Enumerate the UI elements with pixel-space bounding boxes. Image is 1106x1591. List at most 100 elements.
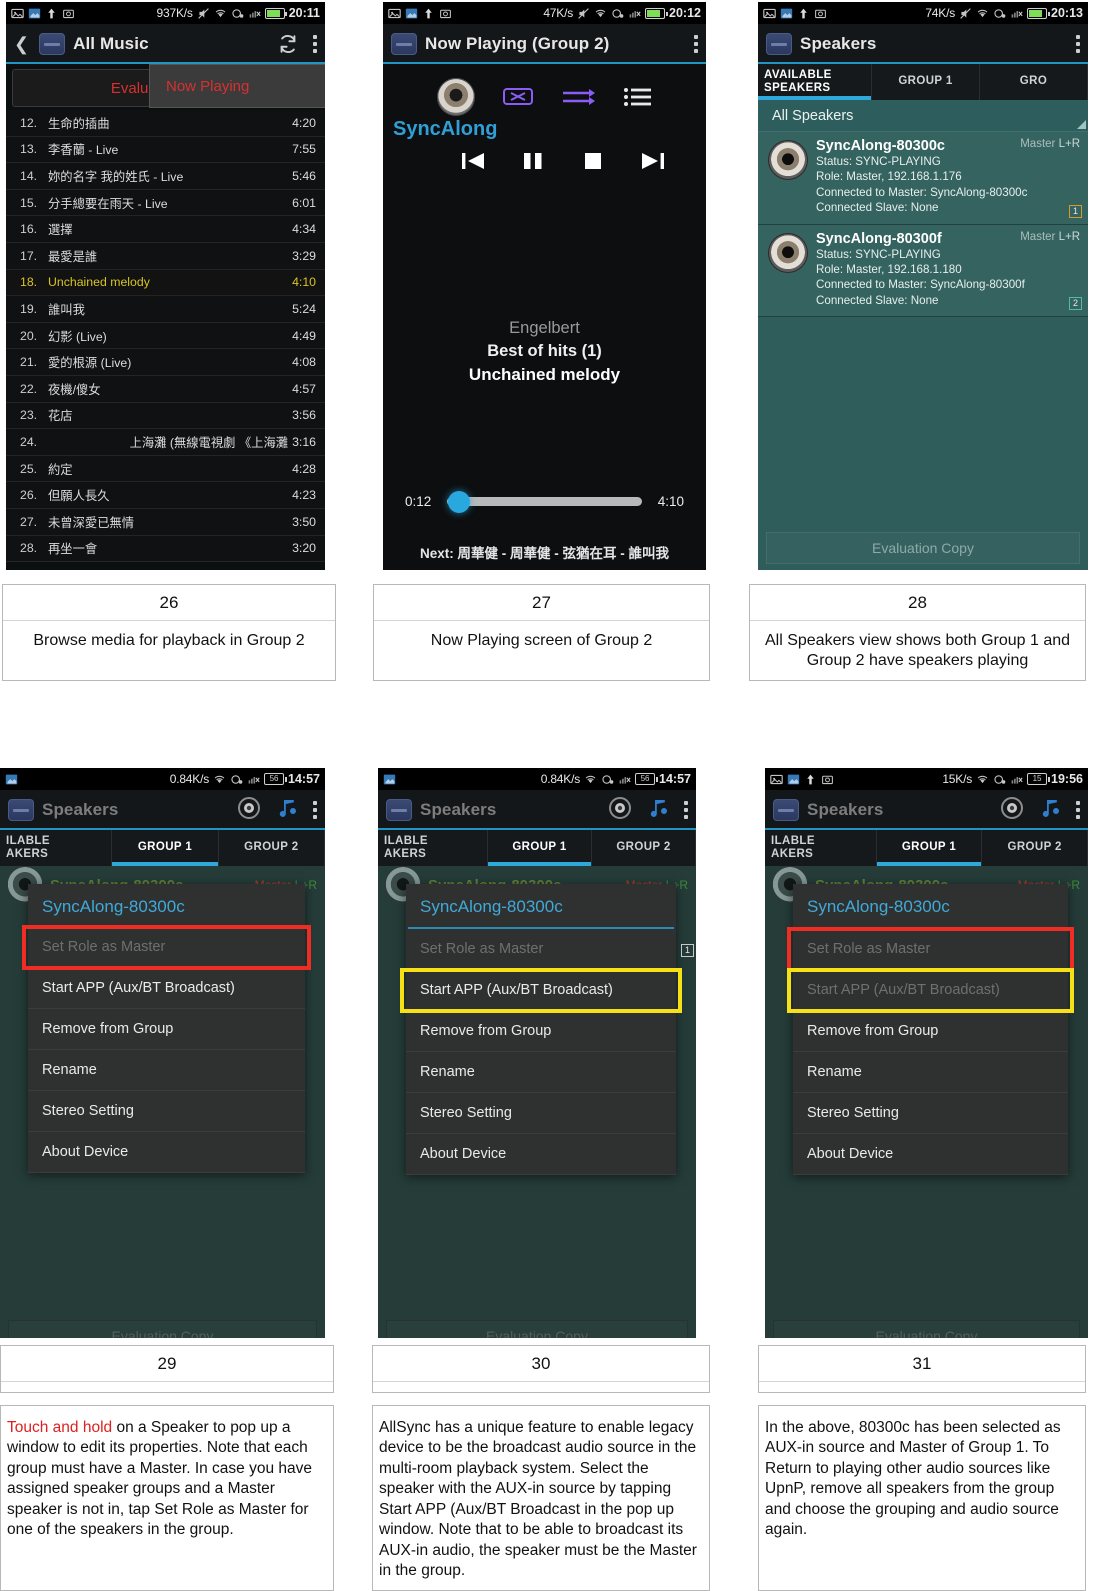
tab-2[interactable]: GROUP 1 <box>112 830 219 866</box>
menu-item[interactable]: Remove from Group <box>28 1009 305 1050</box>
speaker-context-menu[interactable]: SyncAlong-80300c Set Role as Master Start… <box>787 884 1074 1175</box>
seek-thumb[interactable] <box>448 490 471 513</box>
tab-1[interactable]: ILABLE AKERS <box>765 830 877 866</box>
group-tabs[interactable]: ILABLE AKERS GROUP 1 GROUP 2 <box>0 830 325 866</box>
stop-button[interactable] <box>579 147 607 175</box>
track-row[interactable]: 25. 約定 4:28 <box>6 455 325 483</box>
speaker-card[interactable]: SyncAlong-80300f Status: SYNC-PLAYING Role… <box>758 224 1088 318</box>
next-button[interactable] <box>639 147 667 175</box>
track-list[interactable]: 12. 生命的插曲 4:20 13. 李香蘭 - Live 7:55 14. 妳的名字 我的姓… <box>6 110 325 563</box>
menu-item[interactable]: Rename <box>793 1052 1068 1093</box>
tab-label: AVAILABLE SPEAKERS <box>764 68 832 94</box>
overflow-menu-icon[interactable] <box>1076 801 1080 819</box>
menu-item[interactable]: Start APP (Aux/BT Broadcast) <box>406 970 676 1011</box>
caption-number: 31 <box>759 1346 1085 1382</box>
alarm-off-icon <box>994 8 1006 18</box>
track-row[interactable]: 13. 李香蘭 - Live 7:55 <box>6 136 325 164</box>
speaker-card[interactable]: SyncAlong-80300c Status: SYNC-PLAYING Role… <box>758 132 1088 225</box>
tab-1[interactable]: ILABLE AKERS <box>378 830 488 866</box>
music-note-icon[interactable] <box>646 796 670 825</box>
tab-3[interactable]: GROUP 2 <box>982 830 1088 866</box>
now-playing-popup[interactable]: Now Playing <box>149 64 325 108</box>
overflow-menu-icon[interactable] <box>313 35 317 53</box>
back-icon[interactable]: ❮ <box>14 35 29 53</box>
menu-item[interactable]: About Device <box>406 1134 676 1175</box>
menu-item[interactable]: Stereo Setting <box>793 1093 1068 1134</box>
speaker-icon[interactable] <box>1000 796 1024 825</box>
section-header-label: All Speakers <box>772 107 854 124</box>
shuffle-icon[interactable] <box>501 85 535 109</box>
context-menu-items[interactable]: Set Role as Master Start APP (Aux/BT Broa… <box>787 927 1074 1175</box>
tab-1[interactable]: ILABLE AKERS <box>0 830 113 866</box>
menu-item[interactable]: Remove from Group <box>406 1011 676 1052</box>
speaker-icon[interactable] <box>436 78 475 116</box>
menu-item[interactable]: Stereo Setting <box>406 1093 676 1134</box>
tab-3[interactable]: GRO <box>980 64 1088 100</box>
menu-item[interactable]: Stereo Setting <box>28 1091 305 1132</box>
tab-2[interactable]: GROUP 1 <box>872 64 980 100</box>
wifi-icon <box>977 9 988 17</box>
speaker-status: Status: SYNC-PLAYING <box>816 155 941 168</box>
caption-29-body: Touch and hold on a Speaker to pop up a … <box>0 1405 334 1591</box>
track-row[interactable]: 23. 花店 3:56 <box>6 402 325 430</box>
tab-3[interactable]: GROUP 2 <box>592 830 696 866</box>
group-tabs[interactable]: AVAILABLE SPEAKERS GROUP 1 GRO <box>758 64 1088 100</box>
status-bar-30: 0.84K/s 56 14:57 <box>378 768 696 790</box>
upload-arrow-icon <box>800 8 807 18</box>
track-row[interactable]: 15. 分手總要在雨天 - Live 6:01 <box>6 189 325 217</box>
track-row[interactable]: 22. 夜機/傻女 4:57 <box>6 375 325 403</box>
speaker-context-menu[interactable]: SyncAlong-80300c Set Role as Master Start… <box>22 884 311 1173</box>
seek-slider[interactable] <box>447 490 642 513</box>
playlist-icon[interactable] <box>623 85 653 109</box>
track-row[interactable]: 24. 上海灘 (無線電視劇 《上海灘 3:16 <box>6 429 325 456</box>
app-logo-icon <box>766 33 792 55</box>
context-menu-items[interactable]: Set Role as Master Start APP (Aux/BT Broa… <box>22 925 311 1173</box>
track-row[interactable]: 17. 最愛是誰 3:29 <box>6 242 325 270</box>
track-row[interactable]: 27. 未曾深愛已無情 3:50 <box>6 508 325 536</box>
track-row[interactable]: 26. 但願人長久 4:23 <box>6 482 325 509</box>
refresh-icon[interactable] <box>277 33 299 55</box>
previous-button[interactable] <box>459 147 487 175</box>
alarm-off-icon <box>231 774 243 784</box>
overflow-menu-icon[interactable] <box>694 35 698 53</box>
track-title: 選擇 <box>48 223 73 238</box>
speaker-context-menu[interactable]: SyncAlong-80300c Set Role as Master Start… <box>400 884 682 1175</box>
speaker-list[interactable]: SyncAlong-80300c Status: SYNC-PLAYING Role… <box>758 132 1088 318</box>
menu-item: Start APP (Aux/BT Broadcast) <box>793 970 1068 1011</box>
menu-item[interactable]: Rename <box>28 1050 305 1091</box>
section-header-all-speakers[interactable]: All Speakers <box>758 100 1088 132</box>
group-tabs[interactable]: ILABLE AKERS GROUP 1 GROUP 2 <box>378 830 696 866</box>
track-row[interactable]: 16. 選擇 4:34 <box>6 216 325 243</box>
tab-3[interactable]: GROUP 2 <box>219 830 325 866</box>
menu-item[interactable]: About Device <box>28 1132 305 1173</box>
track-row[interactable]: 19. 誰叫我 5:24 <box>6 296 325 323</box>
menu-item[interactable]: About Device <box>793 1134 1068 1175</box>
overflow-menu-icon[interactable] <box>1076 35 1080 53</box>
menu-item[interactable]: Rename <box>406 1052 676 1093</box>
pause-button[interactable] <box>519 147 547 175</box>
menu-item[interactable]: Remove from Group <box>793 1011 1068 1052</box>
tab-label: GRO <box>1019 75 1048 88</box>
speaker-role-tags: Master L+R <box>1020 138 1080 150</box>
track-row[interactable]: 21. 愛的根源 (Live) 4:08 <box>6 349 325 376</box>
screenshot-30: 0.84K/s 56 14:57 Speakers ILABLE AKERS GR… <box>378 768 696 1338</box>
tab-1[interactable]: AVAILABLE SPEAKERS <box>758 64 872 100</box>
speaker-icon[interactable] <box>237 796 261 825</box>
overflow-menu-icon[interactable] <box>313 801 317 819</box>
music-note-icon[interactable] <box>275 796 299 825</box>
repeat-icon[interactable] <box>561 85 597 109</box>
track-row[interactable]: 28. 再坐一會 3:20 <box>6 535 325 563</box>
group-tabs[interactable]: ILABLE AKERS GROUP 1 GROUP 2 <box>765 830 1088 866</box>
upload-arrow-icon <box>425 8 432 18</box>
context-menu-items[interactable]: Set Role as Master Start APP (Aux/BT Broa… <box>400 929 682 1175</box>
track-row[interactable]: 14. 妳的名字 我的姓氏 - Live 5:46 <box>6 163 325 190</box>
track-row[interactable]: 20. 幻影 (Live) 4:49 <box>6 322 325 350</box>
track-row[interactable]: 18. Unchained melody 4:10 <box>6 269 325 297</box>
tab-2[interactable]: GROUP 1 <box>876 830 983 866</box>
overflow-menu-icon[interactable] <box>684 801 688 819</box>
track-row[interactable]: 12. 生命的插曲 4:20 <box>6 110 325 137</box>
music-note-icon[interactable] <box>1038 796 1062 825</box>
menu-item[interactable]: Start APP (Aux/BT Broadcast) <box>28 968 305 1009</box>
speaker-icon[interactable] <box>608 796 632 825</box>
tab-2[interactable]: GROUP 1 <box>488 830 592 866</box>
